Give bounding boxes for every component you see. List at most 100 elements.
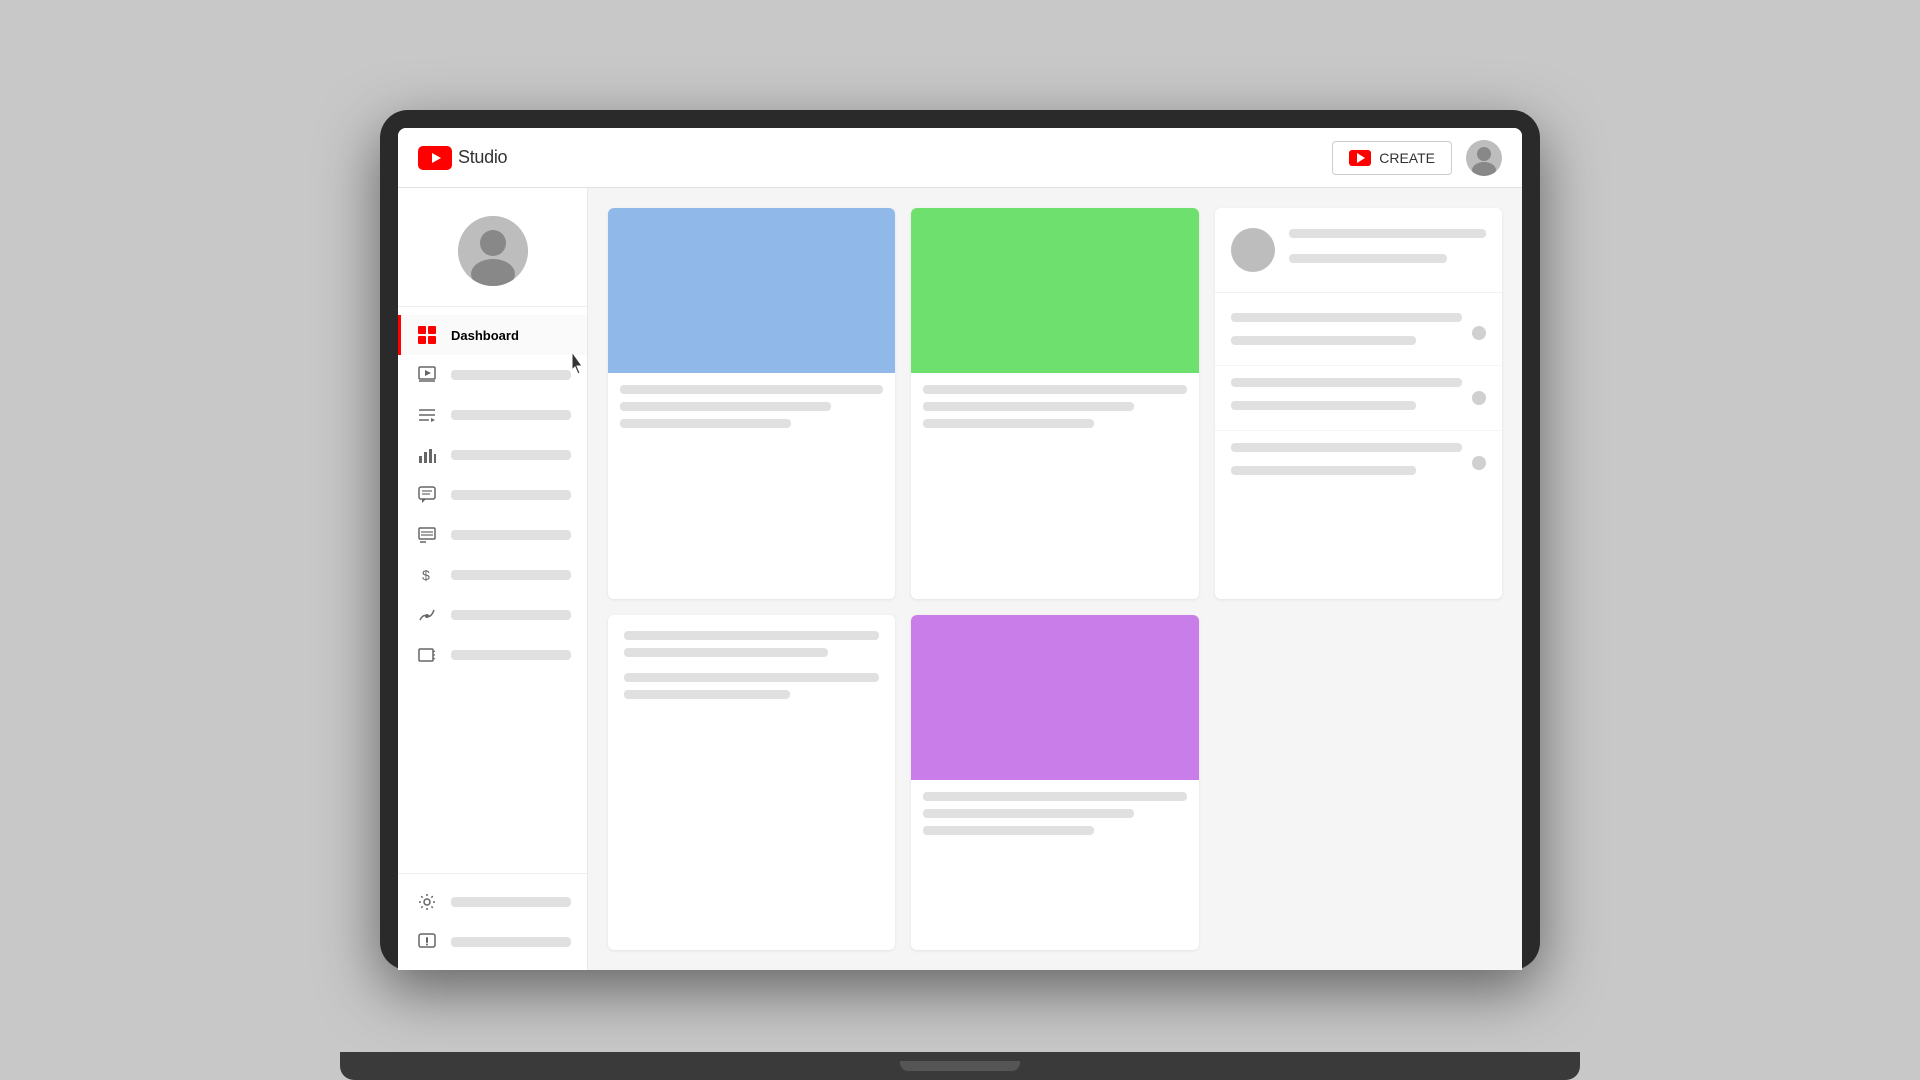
sidebar-item-analytics[interactable]	[398, 435, 587, 475]
create-label: CREATE	[1379, 150, 1435, 166]
analytics-icon	[417, 445, 437, 465]
card4-thumbnail	[911, 615, 1198, 780]
content-skeleton	[451, 370, 571, 380]
audio-skeleton	[451, 650, 571, 660]
dashboard-icon	[417, 325, 437, 345]
earn-icon: $	[417, 565, 437, 585]
card2-thumbnail	[911, 208, 1198, 373]
list3-line1	[1231, 443, 1462, 452]
list-item-3[interactable]	[1215, 431, 1502, 495]
card4-meta-skeleton	[923, 826, 1094, 835]
earn-skeleton	[451, 570, 571, 580]
comments-icon	[417, 485, 437, 505]
main-content	[588, 188, 1522, 970]
comments-skeleton	[451, 490, 571, 500]
sidebar-bottom	[398, 873, 587, 970]
channel-name-skeleton	[1289, 229, 1486, 238]
channel-list	[1215, 293, 1502, 599]
text-card-line3	[624, 673, 879, 682]
card2-title-skeleton	[923, 385, 1186, 394]
video-card-1[interactable]	[608, 208, 895, 599]
sidebar-item-earn[interactable]: $	[398, 555, 587, 595]
sidebar-item-comments[interactable]	[398, 475, 587, 515]
sidebar-item-settings[interactable]	[398, 882, 587, 922]
list1-line2	[1231, 336, 1416, 345]
sidebar-item-feedback[interactable]	[398, 922, 587, 962]
text-card	[608, 615, 895, 951]
card2-meta-skeleton	[923, 419, 1094, 428]
audio-icon	[417, 645, 437, 665]
customization-icon	[417, 605, 437, 625]
sidebar-channel-avatar[interactable]	[458, 216, 528, 286]
playlists-icon	[417, 405, 437, 425]
card2-body	[911, 373, 1198, 448]
sidebar-item-subtitles[interactable]	[398, 515, 587, 555]
settings-skeleton	[451, 897, 571, 907]
cursor-pointer	[568, 352, 588, 381]
list-item-2[interactable]	[1215, 366, 1502, 431]
text-card-line1	[624, 631, 879, 640]
sidebar-nav: Dashboard	[398, 307, 587, 873]
header: Studio CREATE	[398, 128, 1522, 188]
sidebar-item-playlists[interactable]	[398, 395, 587, 435]
sidebar-item-dashboard[interactable]: Dashboard	[398, 315, 587, 355]
channel-info-card	[1215, 208, 1502, 599]
channel-mini-text	[1289, 229, 1486, 271]
main-layout: Dashboard	[398, 188, 1522, 970]
card2-subtitle-skeleton	[923, 402, 1134, 411]
user-avatar[interactable]	[1466, 140, 1502, 176]
card1-title-skeleton	[620, 385, 883, 394]
youtube-studio-logo[interactable]: Studio	[418, 146, 507, 170]
list-indicator-2	[1472, 391, 1486, 405]
content-icon	[417, 365, 437, 385]
sidebar-item-audio[interactable]	[398, 635, 587, 675]
youtube-icon	[418, 146, 452, 170]
subtitles-skeleton	[451, 530, 571, 540]
sidebar: Dashboard	[398, 188, 588, 970]
sidebar-channel-section	[398, 200, 587, 307]
header-right: CREATE	[1332, 140, 1502, 176]
channel-top	[1215, 208, 1502, 293]
sidebar-avatar-icon	[458, 216, 528, 286]
video-card-2[interactable]	[911, 208, 1198, 599]
playlists-skeleton	[451, 410, 571, 420]
card1-body	[608, 373, 895, 448]
studio-label: Studio	[458, 147, 507, 168]
feedback-skeleton	[451, 937, 571, 947]
list-indicator-1	[1472, 326, 1486, 340]
channel-mini-avatar	[1231, 228, 1275, 272]
list2-line1	[1231, 378, 1462, 387]
list3-line2	[1231, 466, 1416, 475]
list1-line1	[1231, 313, 1462, 322]
svg-text:$: $	[422, 567, 430, 583]
laptop-base-notch	[900, 1061, 1020, 1071]
list-item-1[interactable]	[1215, 301, 1502, 366]
sidebar-item-customization[interactable]	[398, 595, 587, 635]
subtitles-icon	[417, 525, 437, 545]
text-card-line2	[624, 648, 828, 657]
card4-subtitle-skeleton	[923, 809, 1134, 818]
list-row-text-2	[1231, 378, 1462, 418]
card1-meta-skeleton	[620, 419, 791, 428]
feedback-icon	[417, 932, 437, 952]
analytics-skeleton	[451, 450, 571, 460]
list-row-text-3	[1231, 443, 1462, 483]
create-button[interactable]: CREATE	[1332, 141, 1452, 175]
card1-subtitle-skeleton	[620, 402, 831, 411]
card4-body	[911, 780, 1198, 855]
customization-skeleton	[451, 610, 571, 620]
avatar-icon	[1466, 140, 1502, 176]
laptop-base	[340, 1052, 1580, 1080]
header-left: Studio	[418, 146, 507, 170]
sidebar-item-content[interactable]	[398, 355, 587, 395]
text-card-line4	[624, 690, 790, 699]
card1-thumbnail	[608, 208, 895, 373]
channel-sub-skeleton	[1289, 254, 1447, 263]
list-indicator-3	[1472, 456, 1486, 470]
list2-line2	[1231, 401, 1416, 410]
dashboard-label: Dashboard	[451, 328, 519, 343]
list-row-text-1	[1231, 313, 1462, 353]
video-card-4[interactable]	[911, 615, 1198, 951]
create-video-icon	[1349, 150, 1371, 166]
card4-title-skeleton	[923, 792, 1186, 801]
